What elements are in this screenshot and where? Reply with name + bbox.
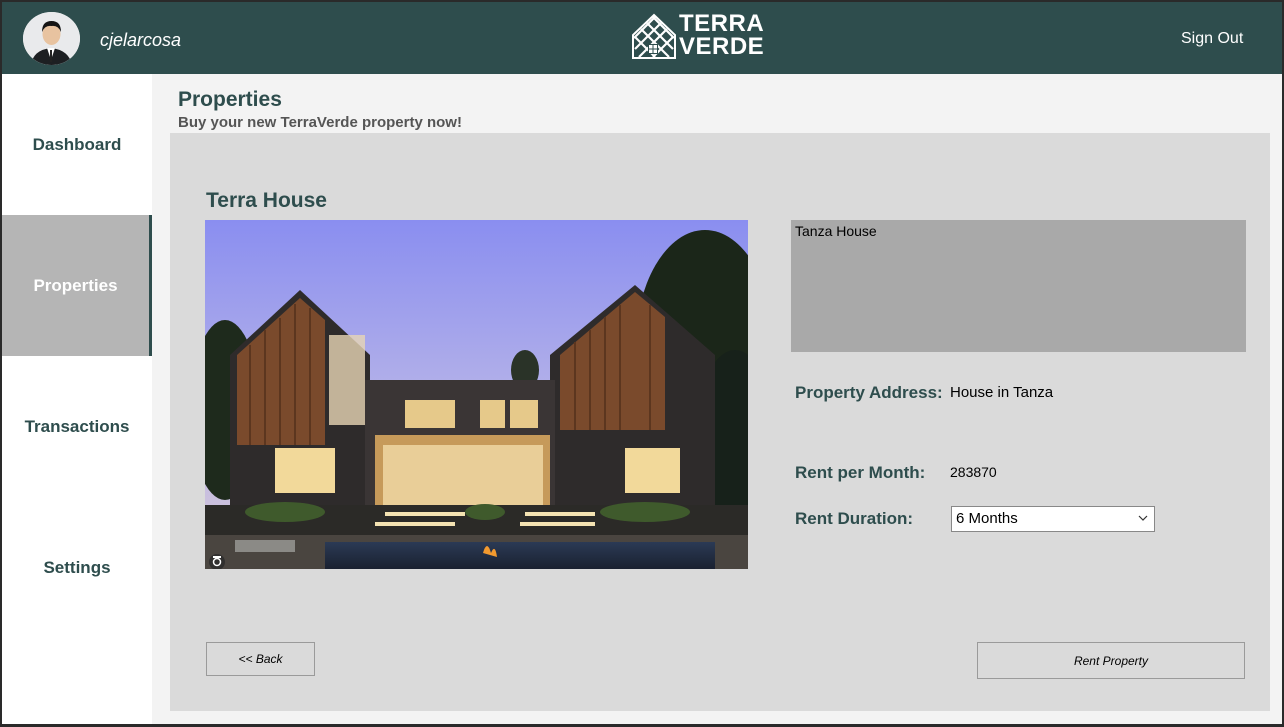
page-subtitle: Buy your new TerraVerde property now!	[178, 114, 462, 131]
address-label: Property Address:	[795, 383, 943, 402]
avatar[interactable]	[23, 12, 80, 65]
app-window: cjelarcosa TERRA VERDE Sign Out Dashboar…	[2, 2, 1282, 724]
sidebar-item-properties[interactable]: Properties	[2, 215, 152, 356]
rent-per-month-label: Rent per Month:	[795, 463, 926, 482]
camera-icon[interactable]	[208, 553, 226, 569]
property-detail-panel: Terra House Tanza House Property Address…	[170, 133, 1270, 711]
property-description-box: Tanza House	[791, 220, 1246, 352]
rent-duration-selected: 6 Months	[956, 510, 1018, 527]
chevron-down-icon	[1138, 515, 1148, 521]
rent-per-month-value: 283870	[950, 464, 997, 480]
logo-wordmark: TERRA VERDE	[679, 10, 765, 60]
rent-duration-label: Rent Duration:	[795, 509, 914, 528]
sign-out-button[interactable]: Sign Out	[1181, 30, 1243, 48]
terra-verde-logo: TERRA VERDE	[631, 12, 764, 61]
logo-line-1: TERRA	[679, 10, 765, 37]
sidebar-item-dashboard[interactable]: Dashboard	[2, 74, 152, 215]
address-value: House in Tanza	[950, 384, 1054, 401]
sidebar-item-settings[interactable]: Settings	[2, 497, 152, 638]
top-header: cjelarcosa TERRA VERDE Sign Out	[2, 2, 1282, 74]
sidebar-item-transactions[interactable]: Transactions	[2, 356, 152, 497]
logo-line-2: VERDE	[679, 33, 765, 60]
back-button[interactable]: << Back	[206, 642, 315, 676]
sidebar: Dashboard Properties Transactions Settin…	[2, 74, 152, 724]
rent-duration-select[interactable]: 6 Months	[951, 506, 1155, 532]
property-name: Terra House	[206, 189, 327, 212]
page-title: Properties	[178, 88, 282, 111]
property-photo	[205, 220, 748, 569]
username: cjelarcosa	[100, 30, 182, 50]
rent-property-button[interactable]: Rent Property	[977, 642, 1245, 679]
house-lattice-icon	[632, 13, 676, 59]
